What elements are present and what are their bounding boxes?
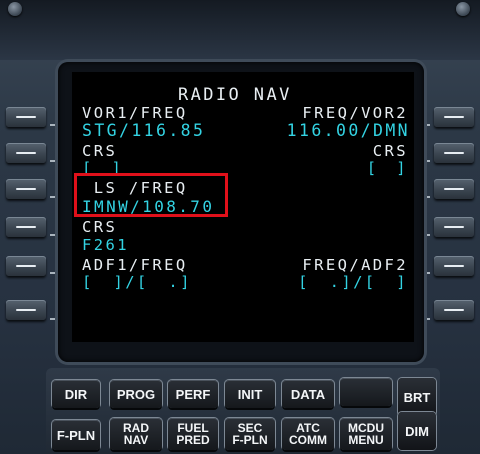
adf1-value: [ ]/[ .] [82,273,192,291]
dir-key[interactable]: DIR [52,380,100,408]
ls-highlight-box [74,173,228,217]
vor2-label: FREQ/VOR2 [302,104,408,122]
lsk-2r[interactable] [434,143,474,163]
blank-key[interactable] [340,378,392,406]
rad-nav-key-line2: NAV [123,433,149,447]
vor2-value: 116.00/DMN [286,121,410,140]
sec-fpln-key-line2: F-PLN [232,433,268,447]
lsk-6l[interactable] [6,300,46,320]
ls-crs-value: F261 [82,236,129,254]
atc-comm-key-line2: COMM [289,433,327,447]
atc-comm-key[interactable]: ATC COMM [282,418,334,450]
prog-key[interactable]: PROG [110,380,162,408]
lsk-4l[interactable] [6,217,46,237]
lsk-4r[interactable] [434,217,474,237]
lsk-3r[interactable] [434,179,474,199]
mcdu-panel: RADIO NAV VOR1/FREQ FREQ/VOR2 STG/116.85… [0,0,480,454]
mcdu-menu-key-line2: MENU [348,433,384,447]
init-key[interactable]: INIT [225,380,275,408]
fuel-pred-key-line2: PRED [176,433,210,447]
sec-fpln-key[interactable]: SEC F-PLN [225,418,275,450]
lsk-1r[interactable] [434,107,474,127]
lsk-2l[interactable] [6,143,46,163]
adf1-label: ADF1/FREQ [82,256,188,274]
lsk-3l[interactable] [6,179,46,199]
lsk-6r[interactable] [434,300,474,320]
crs2-value: [ ] [366,159,408,177]
adf2-label: FREQ/ADF2 [302,256,408,274]
lsk-1l[interactable] [6,107,46,127]
fuel-pred-key[interactable]: FUEL PRED [168,418,218,450]
fpln-key[interactable]: F-PLN [52,420,100,450]
dim-key[interactable]: DIM [398,412,436,450]
mcdu-menu-key[interactable]: MCDU MENU [340,418,392,450]
adf2-value: [ .]/[ ] [298,273,408,291]
panel-screw [456,2,470,16]
rad-nav-key[interactable]: RAD NAV [110,418,162,450]
lsk-5r[interactable] [434,256,474,276]
perf-key[interactable]: PERF [168,380,218,408]
panel-screw [8,2,22,16]
data-key[interactable]: DATA [282,380,334,408]
page-title: RADIO NAV [178,85,292,105]
ls-crs-label: CRS [82,218,118,236]
panel-top-shade [0,0,480,60]
lsk-5l[interactable] [6,256,46,276]
crs2-label: CRS [372,142,408,160]
brt-key[interactable]: BRT [398,378,436,416]
vor1-label: VOR1/FREQ [82,104,188,122]
vor1-value: STG/116.85 [82,121,206,140]
crs1-label: CRS [82,142,118,160]
